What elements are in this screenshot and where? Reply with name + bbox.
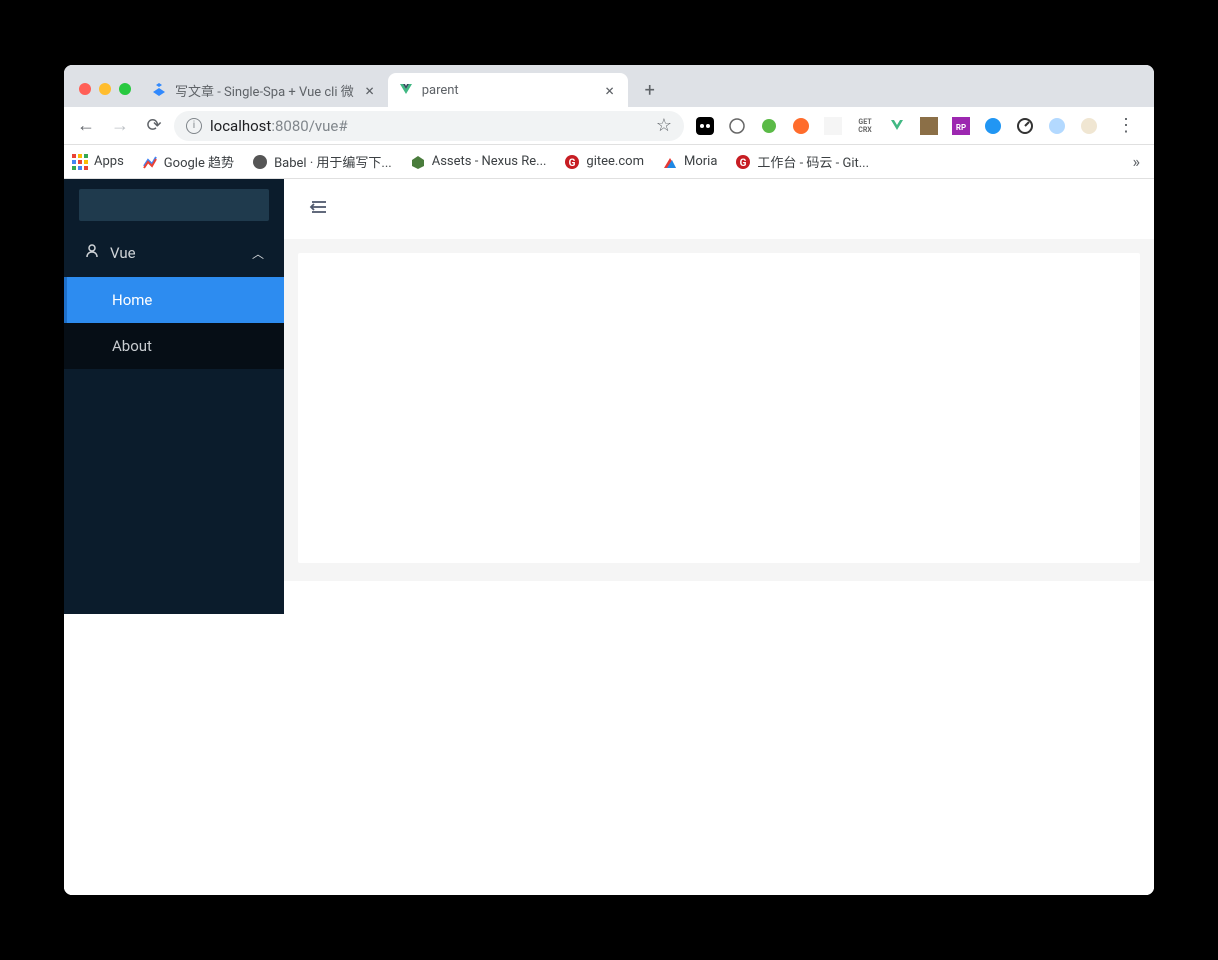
chevron-up-icon: ︿ [252, 245, 264, 262]
tab-bar: 写文章 - Single-Spa + Vue cli 微 × parent × … [64, 65, 1154, 107]
gitee-icon: G [735, 154, 751, 170]
window-controls [74, 83, 141, 107]
trends-icon [142, 154, 158, 170]
extension-icon[interactable] [824, 117, 842, 135]
apps-grid-icon [72, 154, 88, 170]
tab-title: 写文章 - Single-Spa + Vue cli 微 [175, 81, 354, 100]
extension-icon[interactable] [984, 117, 1002, 135]
bookmark-label: gitee.com [586, 154, 644, 169]
apps-button[interactable]: Apps [72, 154, 124, 170]
sidebar-group-label: Vue [110, 244, 136, 262]
extension-icon[interactable] [1048, 117, 1066, 135]
extension-icon[interactable] [920, 117, 938, 135]
sidebar-collapse-button[interactable] [308, 197, 328, 222]
site-info-icon[interactable]: i [186, 118, 202, 134]
apps-label: Apps [94, 154, 124, 169]
minimize-window-button[interactable] [99, 83, 111, 95]
moria-icon [662, 154, 678, 170]
extension-icon[interactable] [792, 117, 810, 135]
close-tab-icon[interactable]: × [602, 82, 618, 98]
sidebar-menu-vue[interactable]: Vue ︿ [64, 229, 284, 277]
browser-tab[interactable]: 写文章 - Single-Spa + Vue cli 微 × [141, 73, 388, 107]
bookmark-item[interactable]: G gitee.com [564, 154, 644, 170]
tab-title: parent [422, 83, 594, 98]
nexus-icon [410, 154, 426, 170]
sidebar-item-home[interactable]: Home [64, 277, 284, 323]
main-body [284, 239, 1154, 581]
extension-icon[interactable] [696, 117, 714, 135]
bookmark-star-icon[interactable]: ☆ [656, 115, 672, 136]
new-tab-button[interactable]: + [636, 76, 664, 104]
svg-text:G: G [569, 158, 576, 169]
bookmark-item[interactable]: Assets - Nexus Re... [410, 154, 547, 170]
extension-icon[interactable] [728, 117, 746, 135]
maximize-window-button[interactable] [119, 83, 131, 95]
babel-icon [252, 154, 268, 170]
extension-icons: GETCRX RP ⋮ [690, 112, 1146, 140]
sidebar-logo [64, 179, 284, 229]
bookmark-item[interactable]: Google 趋势 [142, 152, 234, 171]
sidebar-item-label: About [112, 337, 152, 355]
browser-window: 写文章 - Single-Spa + Vue cli 微 × parent × … [64, 65, 1154, 895]
bookmarks-bar: Apps Google 趋势 Babel · 用于编写下... Assets -… [64, 145, 1154, 179]
get-crx-icon[interactable]: GETCRX [856, 117, 874, 135]
bookmark-label: 工作台 - 码云 - Git... [757, 152, 869, 171]
main-header [284, 179, 1154, 239]
forward-button[interactable]: → [106, 112, 134, 140]
bookmark-item[interactable]: Moria [662, 154, 717, 170]
browser-menu-button[interactable]: ⋮ [1112, 112, 1140, 140]
vue-icon [398, 82, 414, 98]
reload-button[interactable]: ⟳ [140, 112, 168, 140]
sidebar-item-label: Home [112, 291, 152, 309]
url-path: /vue# [309, 117, 348, 135]
sidebar-item-about[interactable]: About [64, 323, 284, 369]
extension-icon[interactable] [760, 117, 778, 135]
content-card [298, 253, 1140, 563]
bookmark-label: Assets - Nexus Re... [432, 154, 547, 169]
svg-text:G: G [740, 158, 747, 169]
vue-devtools-icon[interactable] [888, 117, 906, 135]
bookmark-label: Google 趋势 [164, 152, 234, 171]
extension-icon[interactable]: RP [952, 117, 970, 135]
juejin-icon [151, 82, 167, 98]
sidebar: Vue ︿ Home About [64, 179, 284, 614]
url-input[interactable]: i localhost:8080/vue# ☆ [174, 111, 684, 141]
bookmarks-overflow-button[interactable]: » [1127, 152, 1147, 171]
profile-avatar-icon[interactable] [1080, 117, 1098, 135]
url-host: localhost [210, 117, 271, 135]
extension-icon[interactable] [1016, 117, 1034, 135]
bookmark-label: Babel · 用于编写下... [274, 152, 392, 171]
url-port: :8080 [271, 117, 308, 135]
svg-text:RP: RP [956, 123, 966, 132]
user-icon [84, 243, 100, 263]
page-content: Vue ︿ Home About [64, 179, 1154, 895]
bookmark-item[interactable]: G 工作台 - 码云 - Git... [735, 152, 869, 171]
address-bar: ← → ⟳ i localhost:8080/vue# ☆ GETCRX RP … [64, 107, 1154, 145]
close-window-button[interactable] [79, 83, 91, 95]
gitee-icon: G [564, 154, 580, 170]
browser-tab-active[interactable]: parent × [388, 73, 628, 107]
back-button[interactable]: ← [72, 112, 100, 140]
bookmark-label: Moria [684, 154, 717, 169]
main-area [284, 179, 1154, 895]
bookmark-item[interactable]: Babel · 用于编写下... [252, 152, 392, 171]
close-tab-icon[interactable]: × [362, 82, 378, 98]
